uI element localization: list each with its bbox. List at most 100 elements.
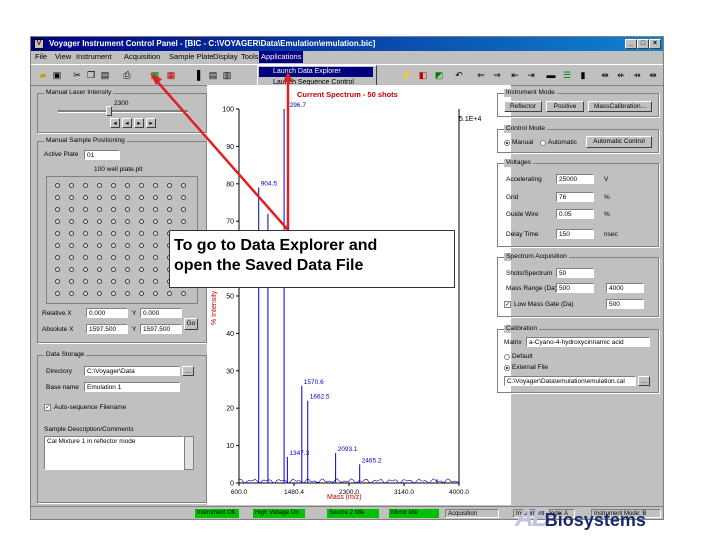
plate-well[interactable] bbox=[55, 243, 60, 248]
default-radio[interactable] bbox=[504, 354, 510, 360]
open-folder-icon[interactable]: ▰ bbox=[37, 69, 49, 81]
zoom-out-icon[interactable]: ⇥ bbox=[525, 69, 537, 81]
plate-well[interactable] bbox=[153, 279, 158, 284]
plate-well[interactable] bbox=[111, 231, 116, 236]
manual-radio[interactable] bbox=[504, 140, 510, 146]
spectrum-icon[interactable]: ▐ bbox=[191, 69, 203, 81]
plate-well[interactable] bbox=[125, 279, 130, 284]
plate-well[interactable] bbox=[167, 183, 172, 188]
grid-field[interactable]: 76 bbox=[556, 192, 594, 202]
matrix-select[interactable]: a-Cyano-4-hydroxycinnamic acid bbox=[526, 337, 650, 347]
plate-well[interactable] bbox=[97, 231, 102, 236]
plate-well[interactable] bbox=[139, 219, 144, 224]
mass-range-high-field[interactable]: 4000 bbox=[606, 283, 644, 293]
plate-well[interactable] bbox=[55, 279, 60, 284]
nav-first-icon[interactable]: ⇹ bbox=[599, 69, 611, 81]
plate-well[interactable] bbox=[97, 267, 102, 272]
plate-well[interactable] bbox=[55, 219, 60, 224]
plate-well[interactable] bbox=[97, 255, 102, 260]
plate-well[interactable] bbox=[181, 219, 186, 224]
plate-well[interactable] bbox=[55, 291, 60, 296]
plate-well[interactable] bbox=[83, 243, 88, 248]
plate-well[interactable] bbox=[69, 207, 74, 212]
guide-wire-field[interactable]: 0.05 bbox=[556, 209, 594, 219]
stop-icon[interactable]: ↶ bbox=[453, 69, 465, 81]
laser-prev-button[interactable]: ◂ bbox=[122, 118, 132, 128]
plate-well[interactable] bbox=[83, 219, 88, 224]
save-icon[interactable]: ▣ bbox=[51, 69, 63, 81]
laser-last-button[interactable]: ▸ bbox=[146, 118, 156, 128]
automatic-control-button[interactable]: Automatic Control bbox=[586, 136, 652, 148]
plate-well[interactable] bbox=[69, 279, 74, 284]
alarm-icon[interactable]: ◧ bbox=[417, 69, 429, 81]
instrument-icon[interactable]: ▥ bbox=[221, 69, 233, 81]
right-arrow-icon[interactable]: ⇒ bbox=[491, 69, 503, 81]
menu-file[interactable]: File bbox=[35, 51, 47, 63]
plate-well[interactable] bbox=[111, 267, 116, 272]
start-icon[interactable]: ◩ bbox=[433, 69, 445, 81]
absolute-y-field[interactable]: 1597.500 bbox=[140, 324, 182, 334]
plate-well[interactable] bbox=[181, 291, 186, 296]
zoom-in-icon[interactable]: ⇤ bbox=[509, 69, 521, 81]
sample-description-field[interactable]: Cal Mixture 1 in reflector mode bbox=[44, 436, 184, 470]
plate-well[interactable] bbox=[153, 183, 158, 188]
plate-well[interactable] bbox=[83, 207, 88, 212]
data-explorer-icon[interactable]: ▦ bbox=[149, 69, 161, 81]
external-file-radio[interactable] bbox=[504, 365, 510, 371]
plate-well[interactable] bbox=[69, 255, 74, 260]
plate-well[interactable] bbox=[69, 183, 74, 188]
plate-well[interactable] bbox=[55, 207, 60, 212]
positive-button[interactable]: Positive bbox=[546, 101, 584, 112]
plate-well[interactable] bbox=[167, 195, 172, 200]
plate-well[interactable] bbox=[111, 291, 116, 296]
print-icon[interactable]: ⎙ bbox=[121, 69, 133, 81]
nav-prev-icon[interactable]: ⇷ bbox=[615, 69, 627, 81]
plate-well[interactable] bbox=[97, 291, 102, 296]
plate-well[interactable] bbox=[69, 219, 74, 224]
left-arrow-icon[interactable]: ⇐ bbox=[475, 69, 487, 81]
plate-well[interactable] bbox=[125, 267, 130, 272]
plate-well[interactable] bbox=[153, 207, 158, 212]
plate-well[interactable] bbox=[83, 195, 88, 200]
plate-well[interactable] bbox=[125, 219, 130, 224]
menu-display[interactable]: Display bbox=[213, 51, 238, 63]
copy-icon[interactable]: ❐ bbox=[85, 69, 97, 81]
laser-icon[interactable]: ⚡ bbox=[401, 69, 413, 81]
plate-well[interactable] bbox=[83, 291, 88, 296]
plate-well[interactable] bbox=[167, 207, 172, 212]
plate-well[interactable] bbox=[153, 231, 158, 236]
plate-well[interactable] bbox=[125, 243, 130, 248]
plate-well[interactable] bbox=[153, 195, 158, 200]
paste-icon[interactable]: ▤ bbox=[99, 69, 111, 81]
plate-well[interactable] bbox=[111, 207, 116, 212]
plate-well[interactable] bbox=[181, 195, 186, 200]
plate-well[interactable] bbox=[97, 183, 102, 188]
plate-well[interactable] bbox=[97, 279, 102, 284]
plate-well[interactable] bbox=[55, 183, 60, 188]
plate-well[interactable] bbox=[55, 231, 60, 236]
spectrum-plot[interactable]: Current Spectrum - 50 shots 5.1E+4 % Int… bbox=[207, 85, 511, 505]
calibration-file-field[interactable]: C:\Voyager\Data\emulation\emulation.cal bbox=[504, 376, 636, 386]
reflector-button[interactable]: Reflector bbox=[504, 101, 542, 112]
plate-well[interactable] bbox=[55, 255, 60, 260]
plate-well[interactable] bbox=[139, 183, 144, 188]
plate-well[interactable] bbox=[139, 243, 144, 248]
laser-first-button[interactable]: ◂ bbox=[110, 118, 120, 128]
plate-well[interactable] bbox=[153, 291, 158, 296]
nav-last-icon[interactable]: ⇹ bbox=[647, 69, 659, 81]
menu-applications[interactable]: Applications bbox=[259, 51, 304, 63]
filename-field[interactable]: Emulation 1 bbox=[84, 382, 180, 392]
calibration-browse-button[interactable]: … bbox=[638, 376, 650, 386]
cut-icon[interactable]: ✂ bbox=[71, 69, 83, 81]
plate-well[interactable] bbox=[111, 183, 116, 188]
plate-well[interactable] bbox=[83, 267, 88, 272]
mass-calibration-button[interactable]: MassCalibration... bbox=[588, 101, 652, 112]
plate-well[interactable] bbox=[69, 291, 74, 296]
plate-well[interactable] bbox=[139, 231, 144, 236]
menu-instrument[interactable]: Instrument bbox=[76, 51, 111, 63]
menu-sample-plate[interactable]: Sample Plate bbox=[169, 51, 214, 63]
plate-well[interactable] bbox=[69, 267, 74, 272]
plate-well[interactable] bbox=[125, 195, 130, 200]
go-button[interactable]: Go bbox=[184, 318, 198, 330]
plate-well[interactable] bbox=[69, 231, 74, 236]
